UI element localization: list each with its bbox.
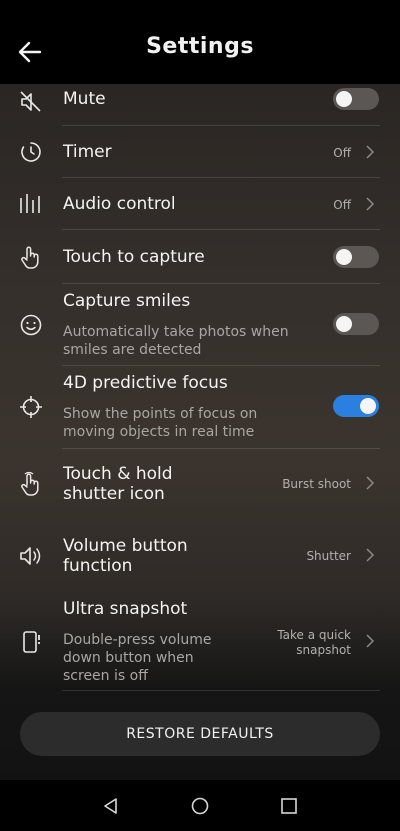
header: Settings	[0, 0, 400, 84]
setting-label-line2: function	[63, 556, 133, 576]
setting-label-line2: shutter icon	[63, 484, 165, 504]
hold-hand-icon	[21, 471, 39, 496]
setting-timer[interactable]: Timer Off	[0, 126, 400, 178]
smile-icon	[20, 314, 42, 336]
setting-description: Automatically take photos when smiles ar…	[63, 324, 289, 358]
nav-back-icon[interactable]	[101, 796, 121, 816]
setting-label: Mute	[63, 89, 106, 109]
setting-audio-control[interactable]: Audio control Off	[0, 178, 400, 230]
touch-capture-toggle[interactable]	[333, 246, 379, 268]
mute-toggle[interactable]	[333, 88, 379, 110]
volume-value: Shutter	[306, 549, 351, 563]
setting-description: Show the points of focus on moving objec…	[63, 406, 258, 440]
restore-defaults-button[interactable]: RESTORE DEFAULTS	[20, 712, 380, 756]
system-navigation-bar	[0, 780, 400, 831]
focus-target-icon	[20, 396, 42, 418]
ultra-value-line2: snapshot	[296, 643, 351, 657]
toggle-knob	[360, 398, 376, 414]
setting-label: Timer	[63, 142, 112, 162]
divider	[62, 690, 380, 691]
setting-ultra-snapshot[interactable]: Ultra snapshot Double-press volume down …	[0, 593, 400, 691]
timer-value: Off	[333, 146, 351, 160]
touch-hand-icon	[21, 246, 39, 269]
toggle-knob	[336, 249, 352, 265]
chevron-right-icon	[366, 476, 375, 490]
setting-label: Audio control	[63, 194, 176, 214]
setting-description-line1: Double-press volume	[63, 632, 212, 648]
timer-icon	[21, 142, 41, 162]
capture-smiles-toggle[interactable]	[333, 313, 379, 335]
page-title: Settings	[146, 34, 254, 59]
setting-description-line2: down button when	[63, 650, 194, 666]
setting-description-line3: screen is off	[63, 668, 148, 684]
speaker-icon	[20, 547, 41, 565]
audio-bars-icon	[20, 194, 40, 213]
setting-label-line1: Volume button	[63, 536, 188, 556]
toggle-knob	[336, 316, 352, 332]
audio-value: Off	[333, 198, 351, 212]
setting-label-line1: Touch & hold	[63, 464, 173, 484]
hold-value: Burst shoot	[282, 477, 351, 491]
setting-mute[interactable]: Mute	[0, 84, 400, 126]
nav-recent-icon[interactable]	[279, 796, 299, 816]
camera-settings-screen: Settings Mute Timer Off Audio control Of…	[0, 0, 400, 831]
setting-label: Ultra snapshot	[63, 599, 188, 619]
mute-icon	[20, 91, 41, 112]
ultra-value-line1: Take a quick	[277, 628, 351, 642]
chevron-right-icon	[366, 548, 375, 562]
setting-4d-predictive-focus[interactable]: 4D predictive focus Show the points of f…	[0, 366, 400, 448]
setting-touch-to-capture[interactable]: Touch to capture	[0, 230, 400, 283]
setting-label: Touch to capture	[63, 247, 205, 267]
toggle-knob	[336, 91, 352, 107]
chevron-right-icon	[366, 197, 375, 211]
predictive-focus-toggle[interactable]	[333, 395, 379, 417]
setting-capture-smiles[interactable]: Capture smiles Automatically take photos…	[0, 284, 400, 365]
nav-home-icon[interactable]	[190, 796, 210, 816]
setting-label: Capture smiles	[63, 291, 191, 311]
setting-volume-button-function[interactable]: Volume button function Shutter	[0, 521, 400, 593]
setting-label: 4D predictive focus	[63, 373, 228, 393]
chevron-right-icon	[366, 634, 375, 648]
chevron-right-icon	[366, 145, 375, 159]
setting-touch-hold-shutter[interactable]: Touch & hold shutter icon Burst shoot	[0, 449, 400, 521]
phone-volume-icon	[23, 631, 40, 653]
